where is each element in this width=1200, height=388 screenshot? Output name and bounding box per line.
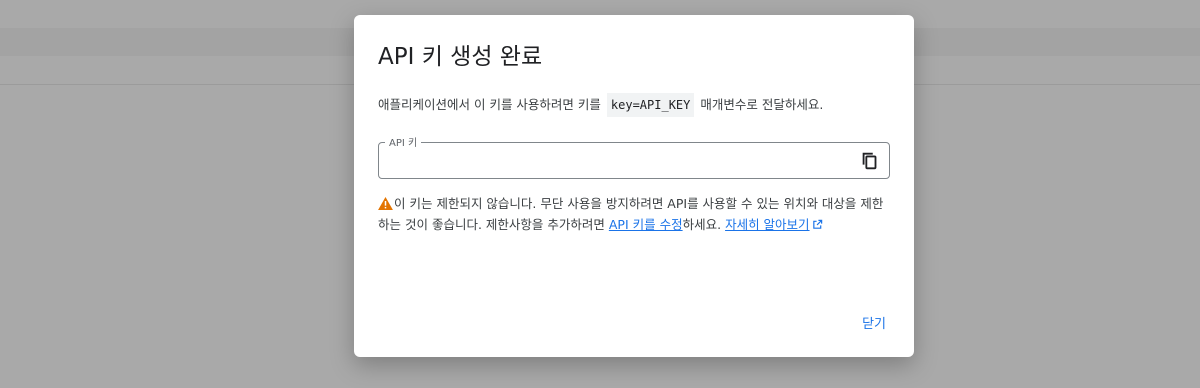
learn-more-label: 자세히 알아보기 xyxy=(725,217,810,232)
dialog-title: API 키 생성 완료 xyxy=(378,44,543,70)
description-text-after: 매개변수로 전달하세요. xyxy=(700,97,824,112)
api-key-created-dialog: API 키 생성 완료 애플리케이션에서 이 키를 사용하려면 키를 key=A… xyxy=(354,15,914,357)
edit-api-key-link[interactable]: API 키를 수정 xyxy=(609,217,683,232)
api-key-field[interactable]: API 키 xyxy=(378,134,890,179)
warning-icon xyxy=(378,195,393,210)
unrestricted-key-warning: 이 키는 제한되지 않습니다. 무단 사용을 방지하려면 API를 사용할 수 … xyxy=(378,193,890,235)
key-param-code: key=API_KEY xyxy=(606,93,695,117)
api-key-field-label: API 키 xyxy=(385,134,422,149)
close-button[interactable]: 닫기 xyxy=(862,313,886,332)
dialog-description: 애플리케이션에서 이 키를 사용하려면 키를 key=API_KEY 매개변수로… xyxy=(378,93,898,117)
learn-more-link[interactable]: 자세히 알아보기 xyxy=(725,217,822,232)
description-text-before: 애플리케이션에서 이 키를 사용하려면 키를 xyxy=(378,97,601,112)
copy-icon[interactable] xyxy=(859,150,881,172)
warning-text-middle: 하세요. xyxy=(682,217,722,232)
external-link-icon xyxy=(812,215,823,229)
